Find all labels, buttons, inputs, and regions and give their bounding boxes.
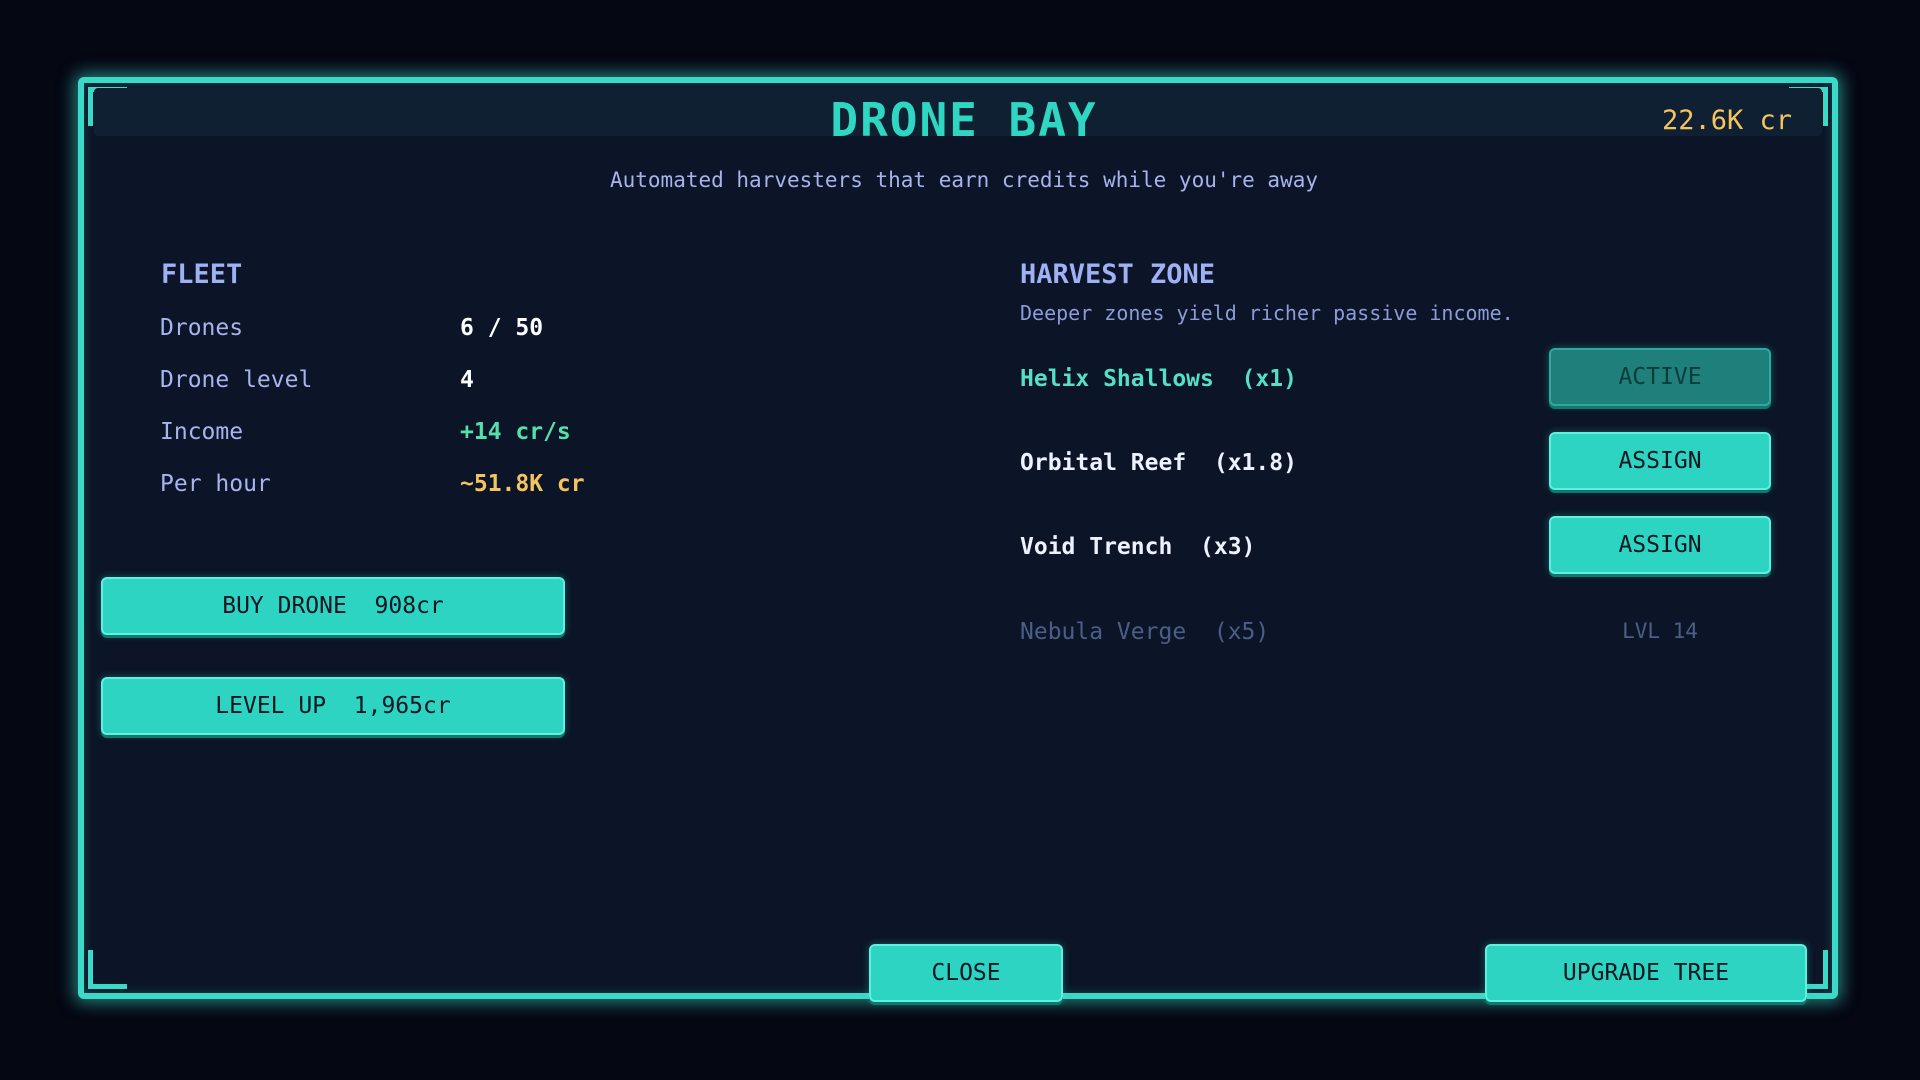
zone-active-button-helix-shallows[interactable]: ACTIVE — [1549, 348, 1771, 406]
drone-bay-panel: DRONE BAY 22.6K cr Automated harvesters … — [78, 77, 1838, 1002]
assign-button-void-trench[interactable]: ASSIGN — [1549, 516, 1771, 574]
stat-label-drones: Drones — [160, 315, 244, 341]
credits-balance: 22.6K cr — [1661, 105, 1792, 136]
harvest-zone-heading: HARVEST ZONE — [1020, 259, 1216, 290]
stat-label-per-hour: Per hour — [160, 471, 271, 497]
corner-bracket-bottom-left — [88, 950, 127, 989]
panel-title: DRONE BAY — [830, 93, 1098, 147]
zone-lock-level-nebula-verge: LVL 14 — [1622, 619, 1698, 643]
stat-value-drone-level: 4 — [460, 367, 474, 393]
fleet-heading: FLEET — [161, 259, 243, 290]
panel-subtitle: Automated harvesters that earn credits w… — [609, 168, 1318, 192]
zone-name-orbital-reef: Orbital Reef (x1.8) — [1020, 450, 1297, 476]
stat-value-income: +14 cr/s — [460, 419, 571, 445]
zone-name-void-trench: Void Trench (x3) — [1020, 534, 1256, 560]
upgrade-tree-button[interactable]: UPGRADE TREE — [1485, 944, 1807, 1002]
harvest-zone-description: Deeper zones yield richer passive income… — [1020, 301, 1514, 325]
stat-label-drone-level: Drone level — [160, 367, 313, 393]
assign-button-orbital-reef[interactable]: ASSIGN — [1549, 432, 1771, 490]
close-button[interactable]: CLOSE — [869, 944, 1063, 1002]
stat-value-drones: 6 / 50 — [460, 315, 544, 341]
zone-name-helix-shallows: Helix Shallows (x1) — [1020, 366, 1297, 392]
buy-drone-button[interactable]: BUY DRONE 908cr — [101, 577, 565, 635]
level-up-button[interactable]: LEVEL UP 1,965cr — [101, 677, 565, 735]
stat-value-per-hour: ~51.8K cr — [460, 471, 585, 497]
zone-name-nebula-verge: Nebula Verge (x5) — [1020, 619, 1270, 645]
stat-label-income: Income — [160, 419, 244, 445]
